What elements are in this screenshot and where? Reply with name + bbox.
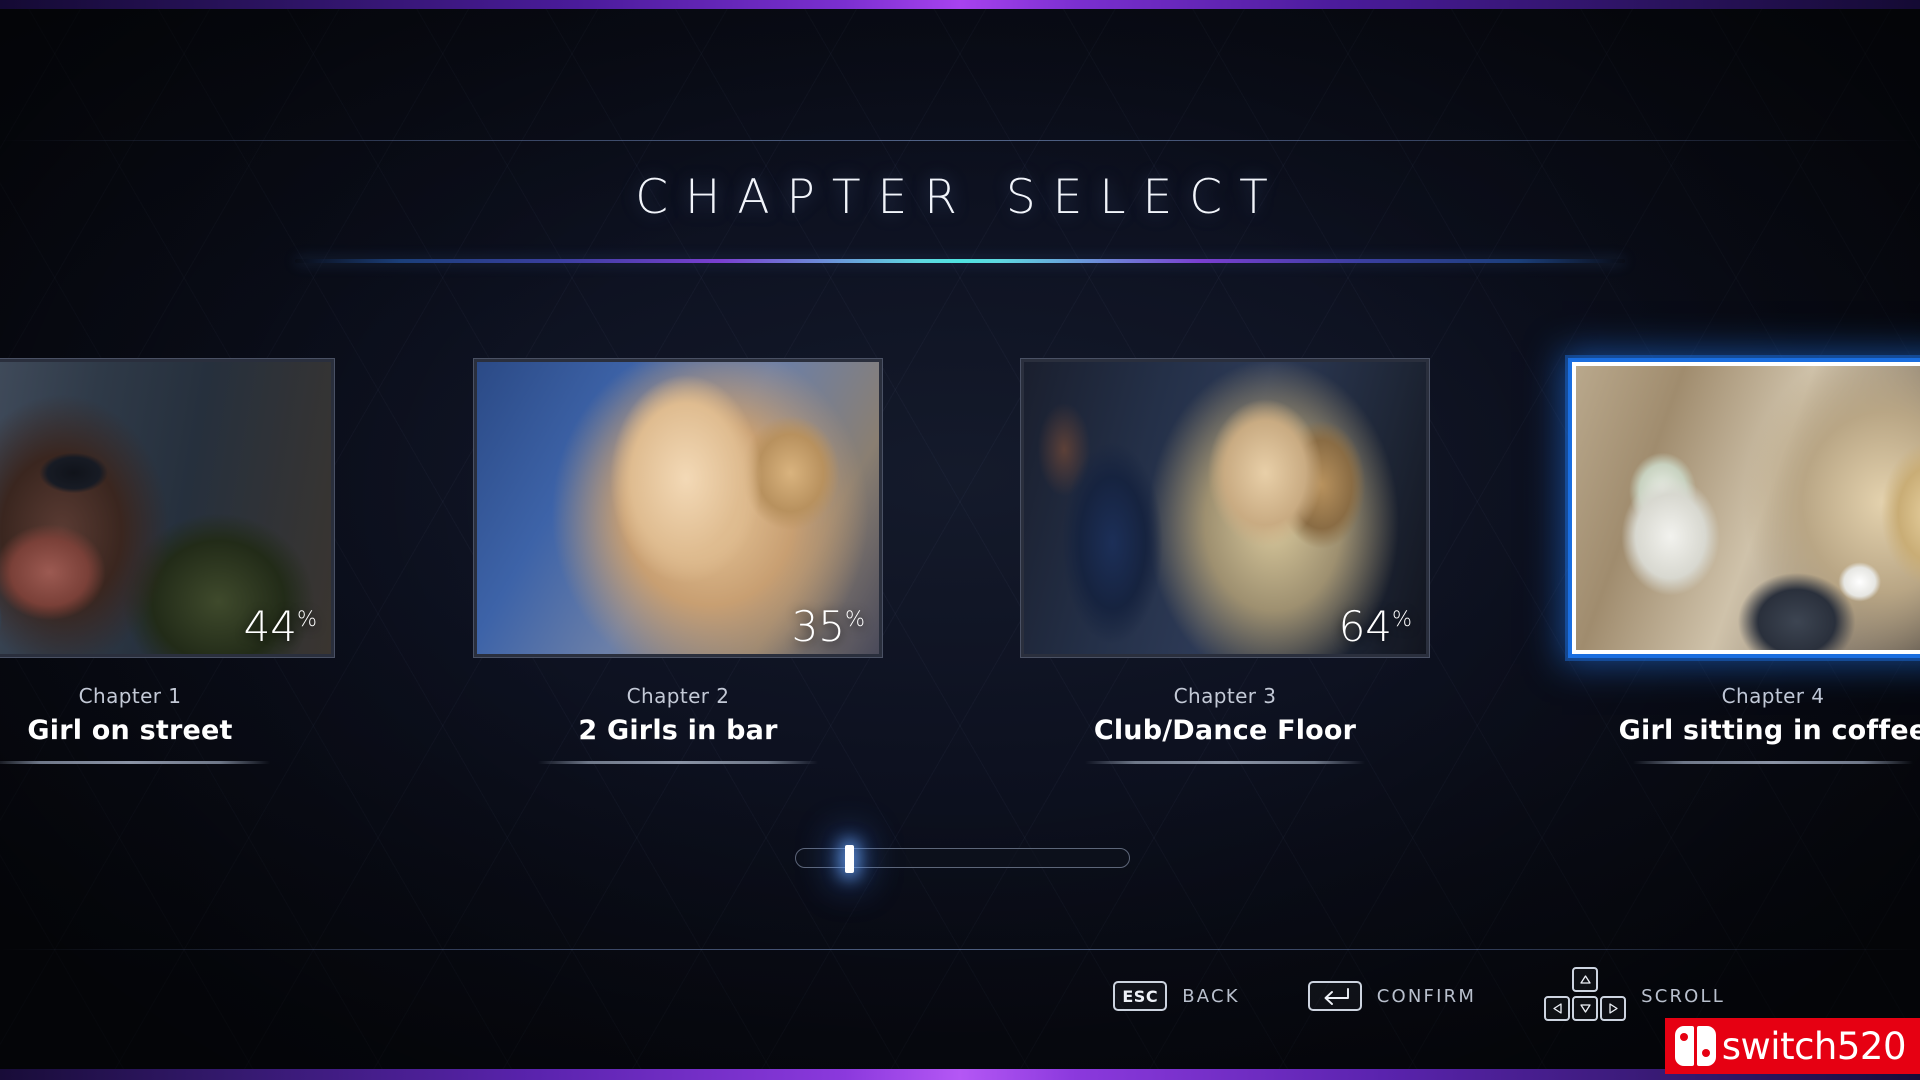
hint-confirm[interactable]: CONFIRM xyxy=(1307,981,1477,1011)
title-gradient-divider xyxy=(295,259,1625,263)
hint-back[interactable]: ESC BACK xyxy=(1113,981,1240,1011)
bottom-accent-bar xyxy=(0,1069,1920,1080)
arrow-down-key-icon[interactable] xyxy=(1572,996,1599,1021)
chapter-card-4-meta: Chapter 4 Girl sitting in coffee xyxy=(1568,684,1920,764)
arrow-keys-icon[interactable] xyxy=(1544,967,1627,1025)
chapter-card-1-meta: Chapter 1 Girl on street xyxy=(0,684,335,764)
chapter-card-3-thumb-frame[interactable]: 64% xyxy=(1020,358,1430,658)
thumb-girl-sitting-in-coffee xyxy=(1576,366,1920,650)
chapter-card-1-underline xyxy=(0,761,270,764)
watermark-text: switch520 xyxy=(1721,1024,1907,1068)
enter-key-icon[interactable] xyxy=(1307,981,1362,1011)
chapter-card-1[interactable]: 44% Chapter 1 Girl on street xyxy=(0,358,335,764)
arrow-right-key-icon[interactable] xyxy=(1600,996,1627,1021)
chapter-card-2-number: Chapter 2 xyxy=(626,684,730,708)
nintendo-switch-logo-icon xyxy=(1674,1026,1716,1066)
arrow-left-key-icon[interactable] xyxy=(1544,996,1571,1021)
chapter-card-3-title: Club/Dance Floor xyxy=(1093,715,1357,746)
joycon-right-icon xyxy=(1696,1026,1716,1066)
chapter-card-4[interactable]: Chapter 4 Girl sitting in coffee xyxy=(1568,358,1920,764)
chapter-card-2-title: 2 Girls in bar xyxy=(578,715,778,746)
esc-key-icon[interactable]: ESC xyxy=(1113,981,1168,1011)
hint-scroll-label: SCROLL xyxy=(1641,985,1725,1007)
chapter-card-1-progress: 44% xyxy=(243,602,317,651)
chapter-card-2-underline xyxy=(538,761,818,764)
chapter-card-2-meta: Chapter 2 2 Girls in bar xyxy=(473,684,883,764)
chapter-card-1-thumb-frame[interactable]: 44% xyxy=(0,358,335,658)
chapter-card-4-thumb-frame[interactable] xyxy=(1568,358,1920,658)
chapter-card-3-number: Chapter 3 xyxy=(1173,684,1277,708)
chapter-card-4-number: Chapter 4 xyxy=(1721,684,1825,708)
footer-top-rule xyxy=(0,949,1920,950)
carousel-scrollbar-thumb[interactable] xyxy=(845,845,854,873)
arrow-up-key-icon[interactable] xyxy=(1572,967,1599,992)
chapter-card-1-number: Chapter 1 xyxy=(78,684,182,708)
watermark: switch520 xyxy=(1664,1018,1920,1074)
top-accent-bar xyxy=(0,0,1920,9)
chapter-card-2[interactable]: 35% Chapter 2 2 Girls in bar xyxy=(473,358,883,764)
chapter-card-2-thumb-frame[interactable]: 35% xyxy=(473,358,883,658)
footer-control-hints: ESC BACK CONFIRM SCROLL xyxy=(0,967,1920,1025)
chapter-card-4-underline xyxy=(1633,761,1913,764)
chapter-select-screen: CHAPTER SELECT 44% Chapter 1 Girl on str… xyxy=(0,0,1920,1080)
header: CHAPTER SELECT xyxy=(0,140,1920,290)
hint-back-label: BACK xyxy=(1182,985,1240,1007)
thumb-girl-on-street: 44% xyxy=(0,362,331,654)
header-top-rule xyxy=(0,140,1920,141)
chapter-card-2-progress: 35% xyxy=(791,602,865,651)
thumb-2-girls-in-bar: 35% xyxy=(477,362,879,654)
chapter-card-3-meta: Chapter 3 Club/Dance Floor xyxy=(1020,684,1430,764)
chapter-card-3-underline xyxy=(1085,761,1365,764)
hint-confirm-label: CONFIRM xyxy=(1376,985,1477,1007)
thumb-club-dance-floor: 64% xyxy=(1024,362,1426,654)
chapter-carousel[interactable]: 44% Chapter 1 Girl on street 35% Chapter… xyxy=(0,358,1920,778)
chapter-card-1-title: Girl on street xyxy=(27,715,233,746)
carousel-scrollbar[interactable] xyxy=(795,845,1130,873)
page-title: CHAPTER SELECT xyxy=(635,170,1285,225)
chapter-card-3-progress: 64% xyxy=(1338,602,1412,651)
chapter-card-3[interactable]: 64% Chapter 3 Club/Dance Floor xyxy=(1020,358,1430,764)
chapter-card-4-title: Girl sitting in coffee xyxy=(1618,715,1920,746)
joycon-left-icon xyxy=(1674,1026,1694,1066)
hint-scroll[interactable]: SCROLL xyxy=(1544,967,1725,1025)
